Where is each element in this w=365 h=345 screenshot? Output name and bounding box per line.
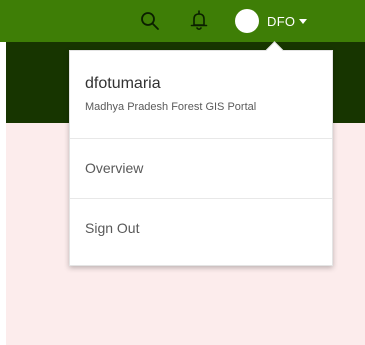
search-icon	[141, 12, 159, 30]
user-menu-button[interactable]: DFO	[235, 6, 308, 36]
notifications-button[interactable]	[187, 9, 211, 33]
menu-item-sign-out[interactable]: Sign Out	[70, 199, 332, 259]
bell-icon	[190, 10, 208, 31]
search-button[interactable]	[138, 9, 162, 33]
caret-down-icon	[299, 18, 308, 24]
menu-item-label: Sign Out	[85, 220, 140, 236]
menu-item-overview[interactable]: Overview	[70, 139, 332, 199]
organization-name: Madhya Pradesh Forest GIS Portal	[85, 101, 257, 113]
username: dfotumaria	[85, 75, 161, 92]
user-dropdown-menu: dfotumaria Madhya Pradesh Forest GIS Por…	[69, 50, 333, 266]
user-short-name: DFO	[267, 13, 296, 29]
avatar	[235, 9, 259, 33]
user-info: dfotumaria Madhya Pradesh Forest GIS Por…	[70, 51, 332, 139]
top-nav-bar: DFO	[0, 0, 365, 42]
menu-item-label: Overview	[85, 160, 144, 176]
